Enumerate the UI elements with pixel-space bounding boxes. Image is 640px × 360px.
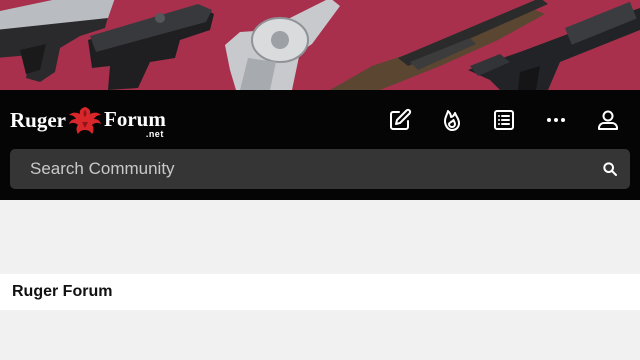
trending-flame-icon[interactable] [437,105,467,135]
search-icon[interactable] [590,149,630,189]
logo-word-forum: Forum [104,107,166,131]
compose-icon[interactable] [385,105,415,135]
search-input[interactable] [10,149,590,189]
more-dots-icon[interactable] [541,105,571,135]
logo-word-ruger: Ruger [10,107,66,132]
header-banner-image [0,0,640,90]
list-icon[interactable] [489,105,519,135]
user-profile-icon[interactable] [593,105,623,135]
forum-title-link[interactable]: Ruger Forum [12,283,112,301]
breadcrumb: Ruger Forum [0,274,640,310]
logo-suffix-net: .net [145,129,164,139]
site-logo[interactable]: Ruger Forum .net [10,103,166,139]
ruger-eagle-logo-icon [69,107,101,134]
search-bar [10,149,630,189]
